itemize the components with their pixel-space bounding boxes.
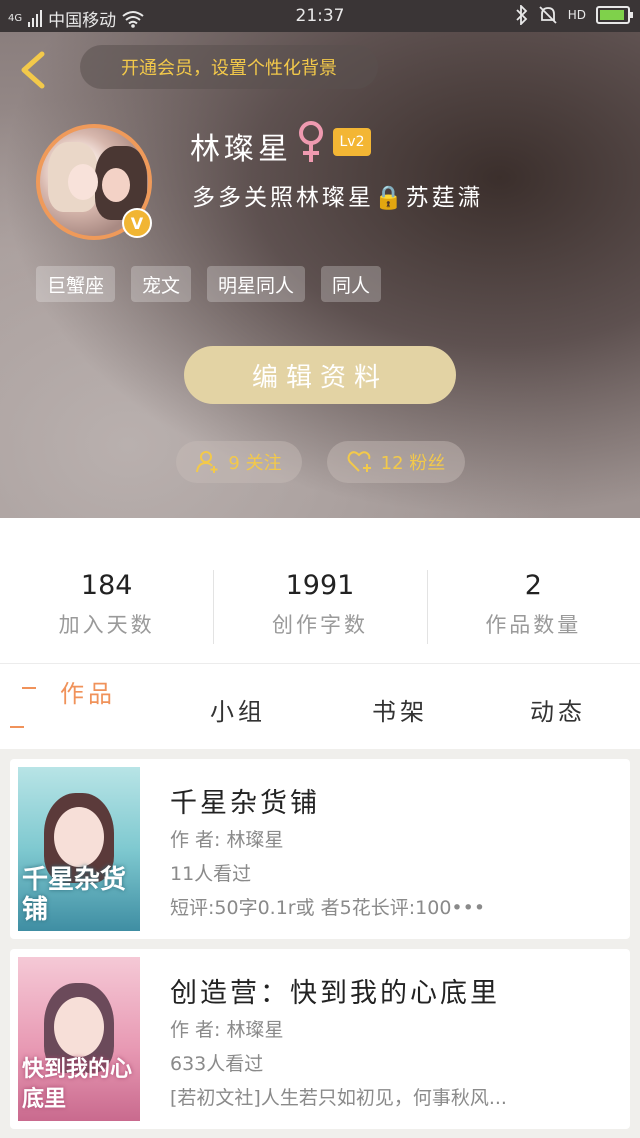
tab-underline	[10, 726, 24, 728]
tag-list: 巨蟹座 宠文 明星同人 同人	[36, 266, 382, 302]
battery-icon	[596, 6, 633, 24]
user-add-icon	[196, 451, 218, 473]
vip-banner[interactable]: 开通会员，设置个性化背景	[80, 45, 378, 89]
stat-work-count: 2 作品数量	[426, 570, 640, 663]
stat-label: 作品数量	[485, 613, 582, 637]
status-bar: 4G 中国移动 21:37 HD	[0, 0, 640, 32]
book-cover: 快到我的心底里	[18, 957, 140, 1121]
fans-label: 12 粉丝	[380, 453, 446, 474]
stats-bar: 184 加入天数 1991 创作字数 2 作品数量	[0, 518, 640, 663]
stat-value: 1991	[285, 570, 355, 601]
username: 林璨星	[190, 132, 292, 167]
hd-label: HD	[567, 8, 586, 22]
edit-profile-button[interactable]: 编辑资料	[184, 346, 456, 404]
heart-add-icon	[347, 451, 371, 472]
following-label: 9 关注	[228, 453, 282, 474]
profile-header: 开通会员，设置个性化背景 V 林璨星 Lv2 多多关照林璨星🔒苏莛潇 巨蟹座 宠…	[0, 32, 640, 518]
stat-value: 2	[524, 570, 542, 601]
fans-button[interactable]: 12 粉丝	[327, 441, 465, 483]
tab-works[interactable]: 作品	[60, 674, 116, 709]
verified-badge-icon: V	[122, 208, 152, 238]
book-views: 11人看过	[170, 863, 252, 885]
book-title: 千星杂货铺	[170, 788, 320, 819]
bluetooth-icon	[516, 5, 528, 25]
stat-label: 创作字数	[271, 613, 368, 637]
book-description: [若初文社]人生若只如初见，何事秋风...	[170, 1087, 507, 1109]
back-arrow-icon[interactable]	[16, 50, 50, 90]
signature: 多多关照林璨星🔒苏莛潇	[192, 185, 484, 211]
book-cover: 千星杂货铺	[18, 767, 140, 931]
list-item[interactable]: 快到我的心底里 创造营：快到我的心底里 作 者: 林璨星 633人看过 [若初文…	[10, 949, 630, 1129]
stat-label: 加入天数	[58, 613, 155, 637]
stat-value: 184	[80, 570, 133, 601]
book-author: 作 者: 林璨星	[170, 829, 284, 851]
stat-join-days: 184 加入天数	[0, 570, 213, 663]
female-icon	[299, 121, 323, 162]
tab-indicator-dash	[22, 687, 36, 689]
tab-bar: 作品 小组 书架 动态	[0, 663, 640, 749]
cover-title: 千星杂货铺	[22, 865, 127, 925]
tag-item[interactable]: 宠文	[131, 266, 192, 302]
level-badge: Lv2	[333, 128, 371, 156]
list-item[interactable]: 千星杂货铺 千星杂货铺 作 者: 林璨星 11人看过 短评:50字0.1r或 者…	[10, 759, 630, 939]
works-list: 千星杂货铺 千星杂货铺 作 者: 林璨星 11人看过 短评:50字0.1r或 者…	[0, 749, 640, 1138]
tag-item[interactable]: 同人	[321, 266, 382, 302]
tab-bookshelf[interactable]: 书架	[372, 692, 428, 727]
book-description: 短评:50字0.1r或 者5花长评:100•••	[170, 897, 486, 919]
hd-call-icon: HD	[568, 8, 586, 22]
stat-word-count: 1991 创作字数	[213, 570, 426, 663]
mute-bell-icon	[539, 6, 557, 24]
tab-activity[interactable]: 动态	[530, 692, 586, 727]
tag-item[interactable]: 巨蟹座	[36, 266, 116, 302]
book-views: 633人看过	[170, 1053, 264, 1075]
tab-groups[interactable]: 小组	[210, 692, 266, 727]
book-author: 作 者: 林璨星	[170, 1019, 284, 1041]
book-title: 创造营：快到我的心底里	[170, 978, 500, 1009]
cover-title: 快到我的心底里	[22, 1057, 133, 1112]
following-button[interactable]: 9 关注	[176, 441, 302, 483]
tag-item[interactable]: 明星同人	[207, 266, 306, 302]
